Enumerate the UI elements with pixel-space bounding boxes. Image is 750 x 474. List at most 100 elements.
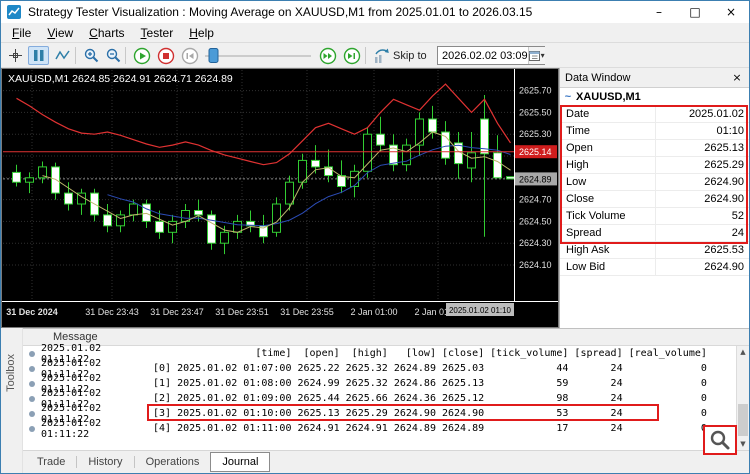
data-window-row-value: 52: [656, 210, 749, 222]
data-window-row: Date2025.01.02: [560, 106, 749, 123]
speed-slider[interactable]: [203, 46, 313, 70]
data-window-row: Time01:10: [560, 123, 749, 140]
journal-scrollbar[interactable]: ▲ ▼: [736, 346, 749, 450]
data-window-row-value: 2624.90: [656, 193, 749, 205]
data-window-row-label: Low: [560, 174, 656, 190]
svg-text:2625.50: 2625.50: [519, 107, 552, 117]
toolbox-section: Toolbox Message 2025.01.02 01:11:22 [tim…: [1, 328, 749, 473]
data-window-symbol-row: ~ XAUUSD,M1: [560, 88, 749, 106]
tab-history[interactable]: History: [77, 453, 133, 471]
svg-text:2624.70: 2624.70: [519, 195, 552, 205]
data-window-row: Low2624.90: [560, 174, 749, 191]
menu-tester[interactable]: Tester: [133, 24, 182, 42]
menu-file[interactable]: File: [4, 24, 39, 42]
data-window-close-icon[interactable]: ×: [730, 71, 744, 84]
data-window-row-value: 2624.90: [656, 176, 749, 188]
minimize-button[interactable]: –: [641, 1, 677, 23]
journal-row[interactable]: 2025.01.02 01:11:22[4] 2025.01.02 01:11:…: [23, 421, 749, 436]
scroll-up-icon[interactable]: ▲: [737, 348, 749, 356]
toolbox-label: Toolbox: [5, 354, 17, 392]
svg-text:2624.89: 2624.89: [519, 174, 552, 184]
data-window-row-label: Spread: [560, 225, 656, 241]
toolbar-separator: [125, 47, 126, 64]
journal-entry-message: [0] 2025.01.02 01:07:00 2625.22 2625.32 …: [153, 363, 707, 374]
app-icon: [6, 4, 22, 20]
data-window-row: Close2624.90: [560, 191, 749, 208]
time-axis-tag: 2025.01.02 01:10: [446, 303, 514, 316]
data-window-row-value: 2625.53: [656, 244, 749, 256]
main-area: 2625.70 2625.50 2625.30 2624.70 2624.50 2624.…: [1, 68, 749, 328]
svg-text:2625.14: 2625.14: [519, 147, 552, 157]
zoom-out-button[interactable]: [103, 46, 124, 65]
svg-text:2624.10: 2624.10: [519, 260, 552, 270]
stop-button[interactable]: [155, 46, 176, 65]
data-window-row-value: 2625.29: [656, 159, 749, 171]
journal-entry-icon: [29, 411, 35, 417]
journal-entry-icon: [29, 396, 35, 402]
journal-entry-message: [time] [open] [high] [low] [close] [tick…: [153, 348, 707, 359]
tab-journal[interactable]: Journal: [210, 452, 270, 472]
data-window-row: Open2625.13: [560, 140, 749, 157]
step-back-button[interactable]: [179, 46, 200, 65]
scroll-down-icon[interactable]: ▼: [737, 440, 749, 448]
data-window-row: Low Bid2624.90: [560, 259, 749, 276]
window-title: Strategy Tester Visualization : Moving A…: [28, 5, 641, 19]
data-window-symbol: XAUUSD,M1: [576, 91, 641, 103]
close-button[interactable]: ×: [713, 1, 749, 23]
data-window-row-value: 2625.13: [656, 142, 749, 154]
maximize-button[interactable]: □: [677, 1, 713, 23]
svg-text:2025.01.02 01:10: 2025.01.02 01:10: [449, 305, 511, 315]
menu-view[interactable]: View: [39, 24, 81, 42]
menu-help[interactable]: Help: [181, 24, 222, 42]
scrollbar-thumb[interactable]: [738, 404, 748, 436]
crosshair-button[interactable]: [5, 46, 26, 65]
data-window-title: Data Window: [565, 72, 730, 84]
svg-text:2624.50: 2624.50: [519, 216, 552, 226]
skip-to-date-input[interactable]: 2026.02.02 03:09 ▾: [437, 46, 545, 65]
chart-svg[interactable]: 2625.70 2625.50 2625.30 2624.70 2624.50 2624.…: [2, 69, 558, 327]
data-window-rows: Date2025.01.02Time01:10Open2625.13High26…: [560, 106, 749, 276]
data-window-row: High Ask2625.53: [560, 242, 749, 259]
start-button[interactable]: [131, 46, 152, 65]
toolbox-strip: Toolbox: [1, 328, 23, 473]
data-window-header: Data Window ×: [560, 68, 749, 88]
tab-operations[interactable]: Operations: [135, 453, 211, 471]
pause-visualization-button[interactable]: [28, 46, 49, 65]
annotation-zoom-stamp: [703, 425, 737, 455]
calendar-dropdown-button[interactable]: ▾: [528, 47, 545, 64]
data-window-row-label: Open: [560, 140, 656, 156]
journal-entry-message: [4] 2025.01.02 01:11:00 2624.91 2624.91 …: [153, 423, 707, 434]
zoom-in-button[interactable]: [81, 46, 102, 65]
journal-entry-message: [2] 2025.01.02 01:09:00 2625.44 2625.66 …: [153, 393, 707, 404]
skip-to-label: Skip to: [393, 50, 427, 62]
chart-grid: [3, 70, 514, 301]
svg-text:2624.30: 2624.30: [519, 238, 552, 248]
tab-trade[interactable]: Trade: [26, 453, 76, 471]
fast-forward-button[interactable]: [317, 46, 338, 65]
chart-panel[interactable]: 2625.70 2625.50 2625.30 2624.70 2624.50 2624.…: [1, 68, 559, 328]
journal-header-label: Message: [53, 331, 98, 343]
line-chart-button[interactable]: [52, 46, 73, 65]
data-window-row-label: Date: [560, 106, 656, 122]
journal-entry-icon: [29, 381, 35, 387]
svg-text:31 Dec 23:43: 31 Dec 23:43: [85, 307, 139, 317]
data-window-row: Spread24: [560, 225, 749, 242]
strategy-tester-window: Strategy Tester Visualization : Moving A…: [0, 0, 750, 474]
menu-charts[interactable]: Charts: [81, 24, 132, 42]
data-window-row: Tick Volume52: [560, 208, 749, 225]
skip-to-icon: [371, 46, 392, 65]
tabbar: TradeHistoryOperationsJournal: [23, 450, 749, 473]
svg-text:31 Dec 23:47: 31 Dec 23:47: [150, 307, 204, 317]
svg-text:2625.70: 2625.70: [519, 86, 552, 96]
candles: [13, 95, 515, 254]
skip-to-date-value: 2026.02.02 03:09: [438, 50, 528, 62]
menubar: FileViewChartsTesterHelp: [1, 23, 749, 43]
data-window-panel: Data Window × ~ XAUUSD,M1 Date2025.01.02…: [559, 68, 749, 328]
chevron-down-icon: ▾: [541, 51, 545, 60]
svg-text:2625.30: 2625.30: [519, 129, 552, 139]
journal-panel: Message 2025.01.02 01:11:22 [time] [open…: [23, 328, 749, 450]
bid-price-tag: 2624.89: [515, 172, 557, 185]
data-window-row-label: Low Bid: [560, 259, 656, 275]
skip-to-end-button[interactable]: [341, 46, 362, 65]
data-window-row-label: Tick Volume: [560, 208, 656, 224]
